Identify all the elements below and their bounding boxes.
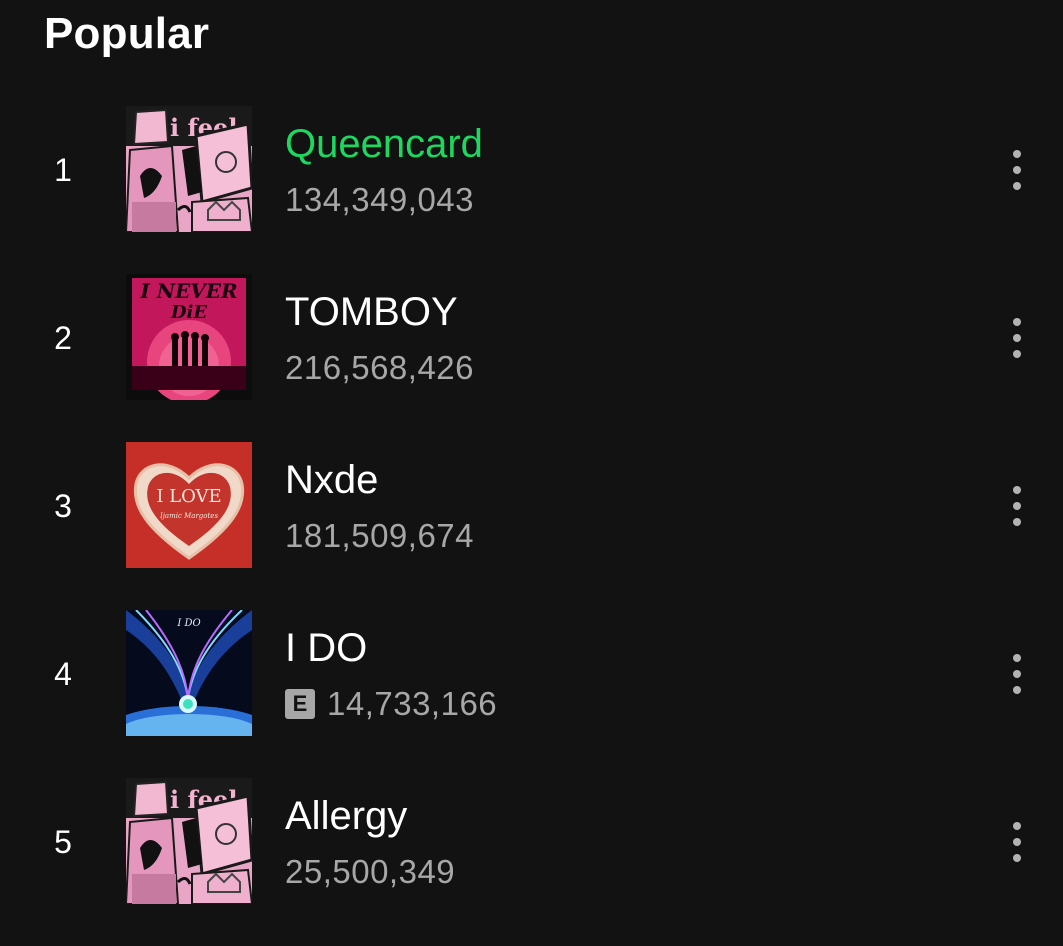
track-title[interactable]: Queencard [285, 120, 483, 168]
track-title[interactable]: TOMBOY [285, 288, 458, 336]
more-options-icon [1013, 486, 1021, 494]
more-options-dot [1013, 670, 1021, 678]
more-options-dot [1013, 502, 1021, 510]
section-title: Popular [44, 9, 210, 58]
track-row[interactable]: 3 I LOVE Ijamic Margotes Nxde 181,509,67… [0, 432, 1063, 600]
track-title[interactable]: I DO [285, 624, 367, 672]
play-count: 14,733,166 [327, 685, 498, 722]
svg-text:I NEVER: I NEVER [139, 279, 237, 303]
track-index: 3 [54, 488, 72, 524]
track-title[interactable]: Allergy [285, 792, 407, 840]
track-meta: 25,500,349 [285, 852, 455, 892]
track-index: 5 [54, 824, 72, 860]
svg-text:Ijamic Margotes: Ijamic Margotes [159, 512, 218, 520]
album-cover-i-do: I DO [126, 610, 252, 736]
svg-text:I LOVE: I LOVE [156, 486, 221, 507]
track-meta: 216,568,426 [285, 348, 474, 388]
track-index: 4 [54, 656, 72, 692]
more-options-dot [1013, 166, 1021, 174]
track-index: 1 [54, 152, 72, 188]
track-list: 1 i feel Queencard 134,349,043 2 I NEVER… [0, 96, 1063, 936]
more-options-icon [1013, 654, 1021, 662]
more-options-dot [1013, 182, 1021, 190]
track-meta: 181,509,674 [285, 516, 474, 556]
more-options-button[interactable] [1000, 310, 1034, 366]
more-options-button[interactable] [1000, 478, 1034, 534]
more-options-dot [1013, 854, 1021, 862]
explicit-badge: E [285, 689, 315, 719]
album-cover-i-feel: i feel [126, 778, 252, 904]
more-options-dot [1013, 334, 1021, 342]
more-options-button[interactable] [1000, 646, 1034, 702]
more-options-dot [1013, 838, 1021, 846]
more-options-icon [1013, 150, 1021, 158]
more-options-icon [1013, 822, 1021, 830]
track-row[interactable]: 4 I DO I DO E 14,733,166 [0, 600, 1063, 768]
track-row[interactable]: 1 i feel Queencard 134,349,043 [0, 96, 1063, 264]
track-title[interactable]: Nxde [285, 456, 378, 504]
more-options-icon [1013, 318, 1021, 326]
play-count: 25,500,349 [285, 853, 456, 890]
play-count: 216,568,426 [285, 349, 475, 386]
track-index: 2 [54, 320, 72, 356]
track-row[interactable]: 5 i feel Allergy 25,500,349 [0, 768, 1063, 936]
more-options-button[interactable] [1000, 142, 1034, 198]
track-row[interactable]: 2 I NEVER DiE TOMBOY 216,568,426 [0, 264, 1063, 432]
more-options-dot [1013, 350, 1021, 358]
album-cover-i-never-die: I NEVER DiE [126, 274, 252, 400]
play-count: 181,509,674 [285, 517, 475, 554]
play-count: 134,349,043 [285, 181, 475, 218]
track-meta: E 14,733,166 [285, 684, 497, 724]
track-meta: 134,349,043 [285, 180, 474, 220]
more-options-dot [1013, 686, 1021, 694]
more-options-dot [1013, 518, 1021, 526]
popular-tracks-page: Popular 1 i feel Queencard 134,349,043 2… [0, 0, 1063, 946]
svg-text:I DO: I DO [176, 618, 200, 629]
album-cover-i-feel: i feel [126, 106, 252, 232]
album-cover-i-love: I LOVE Ijamic Margotes [126, 442, 252, 568]
svg-text:DiE: DiE [170, 302, 207, 323]
more-options-button[interactable] [1000, 814, 1034, 870]
